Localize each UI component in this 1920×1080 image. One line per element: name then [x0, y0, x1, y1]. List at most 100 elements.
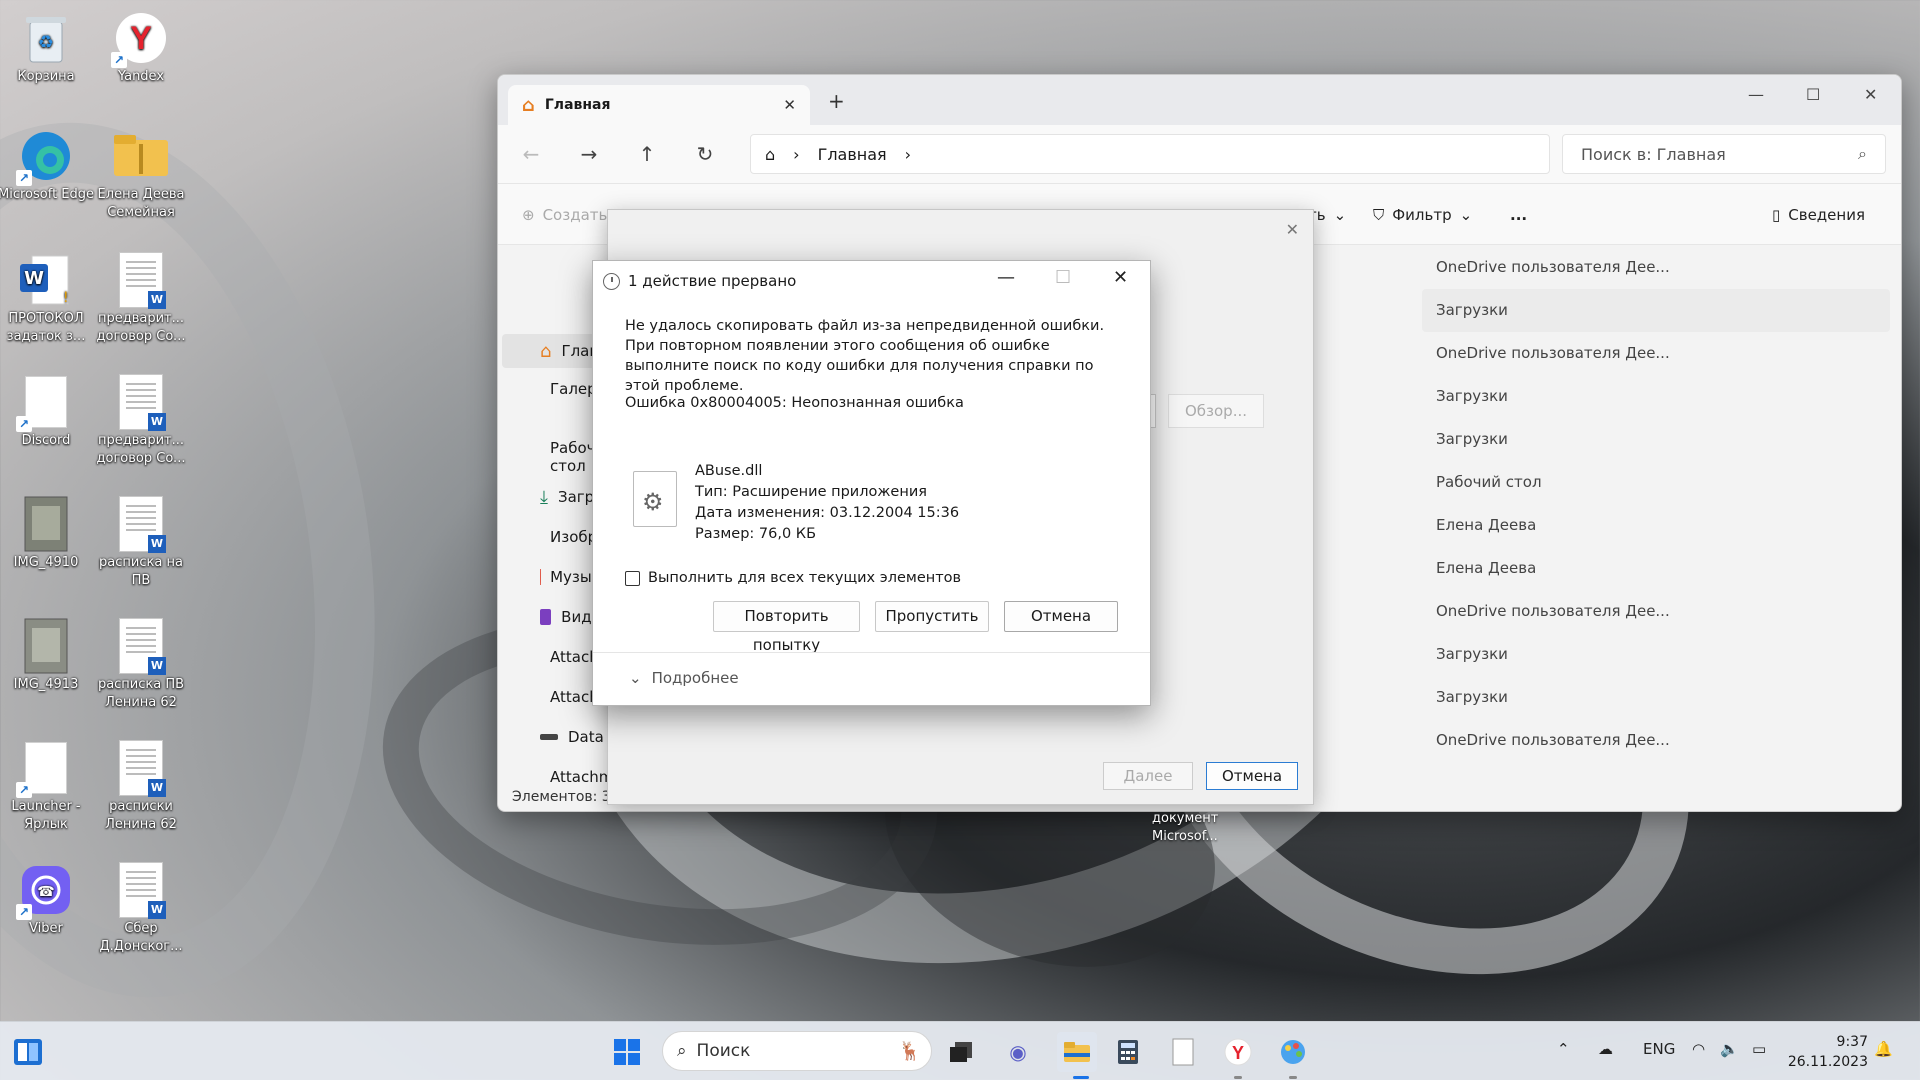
wifi-icon[interactable]: ◠	[1692, 1040, 1705, 1058]
close-icon[interactable]: ✕	[1286, 220, 1299, 239]
list-item[interactable]: OneDrive пользователя Дее...	[1422, 590, 1901, 633]
blank-file-icon: ↗	[16, 740, 74, 798]
search-icon: ⌕	[677, 1041, 687, 1061]
notification-bell-icon[interactable]: 🔔	[1874, 1040, 1893, 1058]
tab-home[interactable]: ⌂ Главная ✕	[508, 85, 810, 125]
list-item[interactable]: Рабочий стол	[1422, 461, 1901, 504]
forward-arrow-icon[interactable]: →	[560, 142, 618, 166]
refresh-icon[interactable]: ↻	[676, 142, 734, 166]
desktop-icon-document[interactable]: W расписка на ПВ	[93, 496, 189, 590]
list-item[interactable]: Загрузки	[1422, 375, 1901, 418]
list-item[interactable]: OneDrive пользователя Дее...	[1422, 332, 1901, 375]
home-icon: ⌂	[522, 94, 535, 116]
chevron-up-icon[interactable]: ⌃	[1557, 1040, 1570, 1058]
viber-icon: ☎ ↗	[16, 862, 74, 920]
cancel-button[interactable]: Отмена	[1206, 762, 1298, 790]
home-icon: ⌂	[540, 340, 552, 362]
browse-button[interactable]: Обзор...	[1168, 394, 1264, 428]
minimize-icon[interactable]: —	[997, 267, 1015, 288]
language-indicator[interactable]: ENG	[1643, 1040, 1675, 1058]
list-item[interactable]: Загрузки	[1422, 418, 1901, 461]
desktop-icon-document[interactable]: W расписки Ленина 62	[93, 740, 189, 834]
back-arrow-icon[interactable]: ←	[502, 142, 560, 166]
photo-thumbnail-icon	[18, 496, 74, 552]
cancel-button[interactable]: Отмена	[1004, 601, 1118, 632]
list-item[interactable]: Загрузки	[1422, 633, 1901, 676]
video-icon	[540, 609, 552, 625]
shortcut-arrow-icon: ↗	[16, 170, 32, 186]
details-button[interactable]: ▯ Сведения	[1772, 206, 1865, 224]
photo-thumbnail-icon	[18, 618, 74, 674]
paint-icon[interactable]	[1277, 1036, 1309, 1068]
minimize-icon[interactable]: —	[1748, 85, 1764, 104]
list-item[interactable]: Загрузки	[1422, 289, 1890, 332]
desktop-icon-protocol[interactable]: W! ПРОТОКОЛ задаток з...	[0, 252, 94, 346]
yandex-browser-icon[interactable]: Y	[1222, 1036, 1254, 1068]
maximize-icon[interactable]: ☐	[1806, 85, 1820, 104]
next-button[interactable]: Далее	[1103, 762, 1193, 790]
chat-icon[interactable]: ◉	[1002, 1036, 1034, 1068]
clock[interactable]: 9:37 26.11.2023	[1788, 1032, 1868, 1072]
taskbar-search[interactable]: ⌕ Поиск 🦌	[662, 1031, 932, 1071]
search-input[interactable]: Поиск в: Главная ⌕	[1562, 134, 1886, 174]
chevron-down-icon: ⌄	[1333, 206, 1347, 224]
plus-circle-icon: ⊕	[522, 206, 535, 224]
task-view-icon[interactable]	[945, 1036, 977, 1068]
desktop-icon-yandex[interactable]: Y ↗ Yandex	[93, 10, 189, 86]
close-window-icon[interactable]: ✕	[1864, 85, 1877, 104]
up-arrow-icon[interactable]: ↑	[618, 142, 676, 166]
skip-button[interactable]: Пропустить	[875, 601, 989, 632]
onedrive-icon[interactable]: ☁	[1598, 1040, 1613, 1058]
retry-button[interactable]: Повторить попытку	[713, 601, 860, 654]
drive-icon	[540, 734, 558, 740]
list-item[interactable]: OneDrive пользователя Дее...	[1422, 719, 1901, 762]
tab-title: Главная	[544, 97, 611, 113]
list-item[interactable]: Елена Деева	[1422, 547, 1901, 590]
desktop-icon-document[interactable]: W предварит... договор Co...	[93, 252, 189, 346]
volume-icon[interactable]: 🔈	[1720, 1040, 1739, 1058]
shortcut-arrow-icon: ↗	[16, 782, 32, 798]
apply-to-all-checkbox[interactable]: Выполнить для всех текущих элементов	[625, 570, 961, 586]
dialog-title: 1 действие прервано	[628, 272, 797, 290]
desktop-icon-edge[interactable]: ↗ Microsoft Edge	[0, 128, 94, 204]
more-options-button[interactable]: ...	[1510, 206, 1527, 224]
desktop-icon-viber[interactable]: ☎ ↗ Viber	[0, 862, 94, 938]
notepad-icon[interactable]	[1167, 1036, 1199, 1068]
filter-button[interactable]: ⛉ Фильтр ⌄	[1373, 206, 1472, 224]
widgets-icon[interactable]	[12, 1036, 44, 1068]
desktop-icon-launcher[interactable]: ↗ Launcher - Ярлык	[0, 740, 94, 834]
battery-icon[interactable]: ▭	[1752, 1040, 1766, 1058]
list-item[interactable]: OneDrive пользователя Дее...	[1422, 246, 1901, 289]
start-icon[interactable]	[611, 1036, 643, 1068]
yandex-icon: Y ↗	[111, 10, 169, 68]
svg-text:W: W	[24, 268, 44, 289]
desktop-icon-discord[interactable]: ↗ Discord	[0, 374, 94, 450]
more-details-toggle[interactable]: ⌄ Подробнее	[629, 669, 739, 687]
desktop-icon-folder-family[interactable]: Елена Деева Семейная	[93, 128, 189, 222]
desktop-icon-document[interactable]: W расписка ПВ Ленина 62	[93, 618, 189, 712]
list-item[interactable]: Загрузки	[1422, 676, 1901, 719]
checkbox-box[interactable]	[625, 570, 640, 586]
running-indicator	[1289, 1076, 1297, 1079]
close-tab-icon[interactable]: ✕	[783, 96, 796, 114]
location-column: OneDrive пользователя Дее... Загрузки On…	[1422, 246, 1901, 762]
breadcrumb[interactable]: Главная	[818, 145, 887, 164]
error-message: Не удалось скопировать файл из-за непред…	[625, 318, 1105, 394]
file-explorer-taskbar-icon[interactable]	[1057, 1032, 1097, 1072]
close-icon[interactable]: ✕	[1113, 267, 1128, 288]
desktop-icon-document[interactable]: W Сбер Д.Донског...	[93, 862, 189, 956]
file-info: ABuse.dll Тип: Расширение приложения Дат…	[695, 461, 959, 545]
word-document-icon: W	[113, 252, 169, 309]
desktop-icon-document[interactable]: W предварит... договор Co...	[93, 374, 189, 468]
desktop-icon-label-partial: документ Microsof...	[1152, 811, 1219, 844]
nav-item-data[interactable]: Data	[510, 720, 610, 754]
new-tab-button[interactable]: +	[828, 89, 845, 113]
status-bar: Элементов: 34	[512, 789, 620, 805]
desktop-icon-recycle-bin[interactable]: ♻ Корзина	[0, 10, 94, 86]
create-button[interactable]: ⊕ Создать	[522, 206, 607, 224]
desktop-icon-image[interactable]: IMG_4913	[0, 618, 94, 694]
desktop-icon-image[interactable]: IMG_4910	[0, 496, 94, 572]
list-item[interactable]: Елена Деева	[1422, 504, 1901, 547]
calculator-icon[interactable]	[1112, 1036, 1144, 1068]
address-bar[interactable]: ⌂ › Главная ›	[750, 134, 1550, 174]
